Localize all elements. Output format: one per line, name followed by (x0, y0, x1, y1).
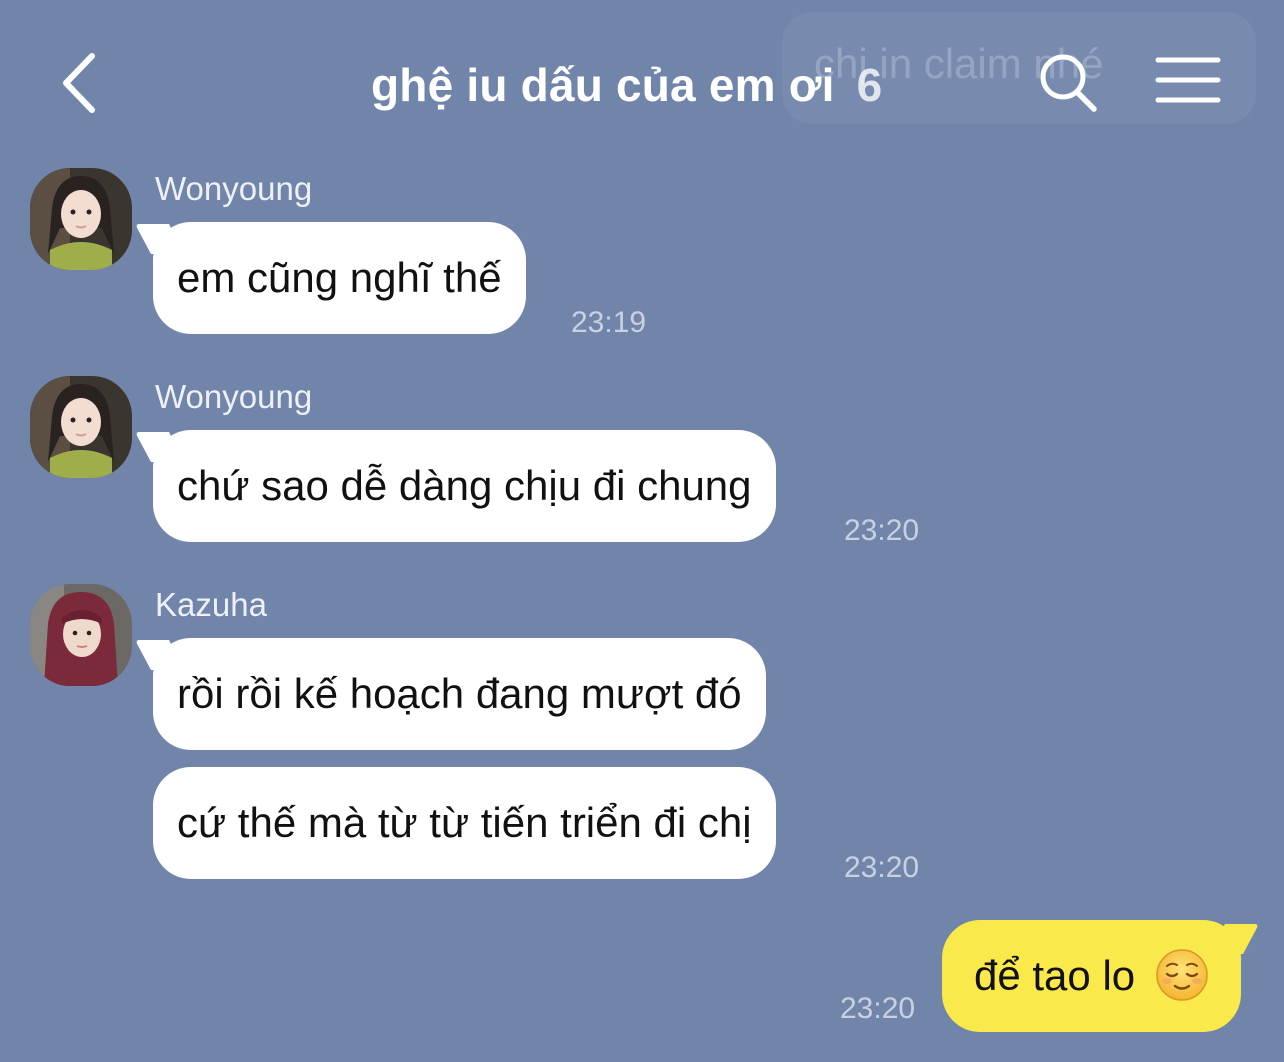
avatar-kazuha-image (30, 584, 132, 686)
avatar-wonyoung[interactable] (30, 168, 132, 270)
message-bubble[interactable]: chứ sao dễ dàng chịu đi chung (153, 430, 776, 542)
avatar-wonyoung-image (30, 376, 132, 478)
member-count: 6 (856, 59, 883, 111)
chevron-left-icon (63, 53, 95, 113)
avatar-kazuha[interactable] (30, 584, 132, 686)
message-bubble[interactable]: rồi rồi kế hoạch đang mượt đó (153, 638, 766, 750)
back-button[interactable] (48, 48, 112, 118)
avatar-wonyoung[interactable] (30, 376, 132, 478)
outgoing-message-bubble[interactable]: để tao lo (942, 920, 1241, 1032)
message-text: cứ thế mà từ từ tiến triển đi chị (177, 799, 752, 846)
search-icon (1040, 54, 1097, 112)
avatar-wonyoung-image (30, 168, 132, 270)
message-text: rồi rồi kế hoạch đang mượt đó (177, 670, 742, 717)
hamburger-menu-icon (1155, 57, 1221, 103)
message-text: để tao lo (974, 952, 1136, 999)
message-time: 23:20 (844, 514, 920, 547)
message-bubble[interactable]: cứ thế mà từ từ tiến triển đi chị (153, 767, 776, 879)
chat-title: ghệ iu dấu của em ơi 6 (371, 50, 882, 120)
chat-header: chị in claim nhé ghệ iu dấu của em ơi 6 (0, 0, 1284, 150)
message-bubble[interactable]: em cũng nghĩ thế (153, 222, 526, 334)
message-time: 23:20 (840, 992, 916, 1025)
menu-button[interactable] (1152, 52, 1224, 112)
message-time: 23:20 (844, 851, 920, 884)
sender-name: Wonyoung (155, 170, 313, 207)
message-time: 23:19 (571, 306, 647, 339)
message-text: em cũng nghĩ thế (177, 254, 502, 301)
sender-name: Wonyoung (155, 378, 313, 415)
relieved-face-emoji-icon (1156, 949, 1208, 1001)
message-text: chứ sao dễ dàng chịu đi chung (177, 462, 752, 509)
search-button[interactable] (1036, 50, 1102, 116)
chat-title-text: ghệ iu dấu của em ơi (371, 59, 835, 111)
sender-name: Kazuha (155, 586, 267, 623)
